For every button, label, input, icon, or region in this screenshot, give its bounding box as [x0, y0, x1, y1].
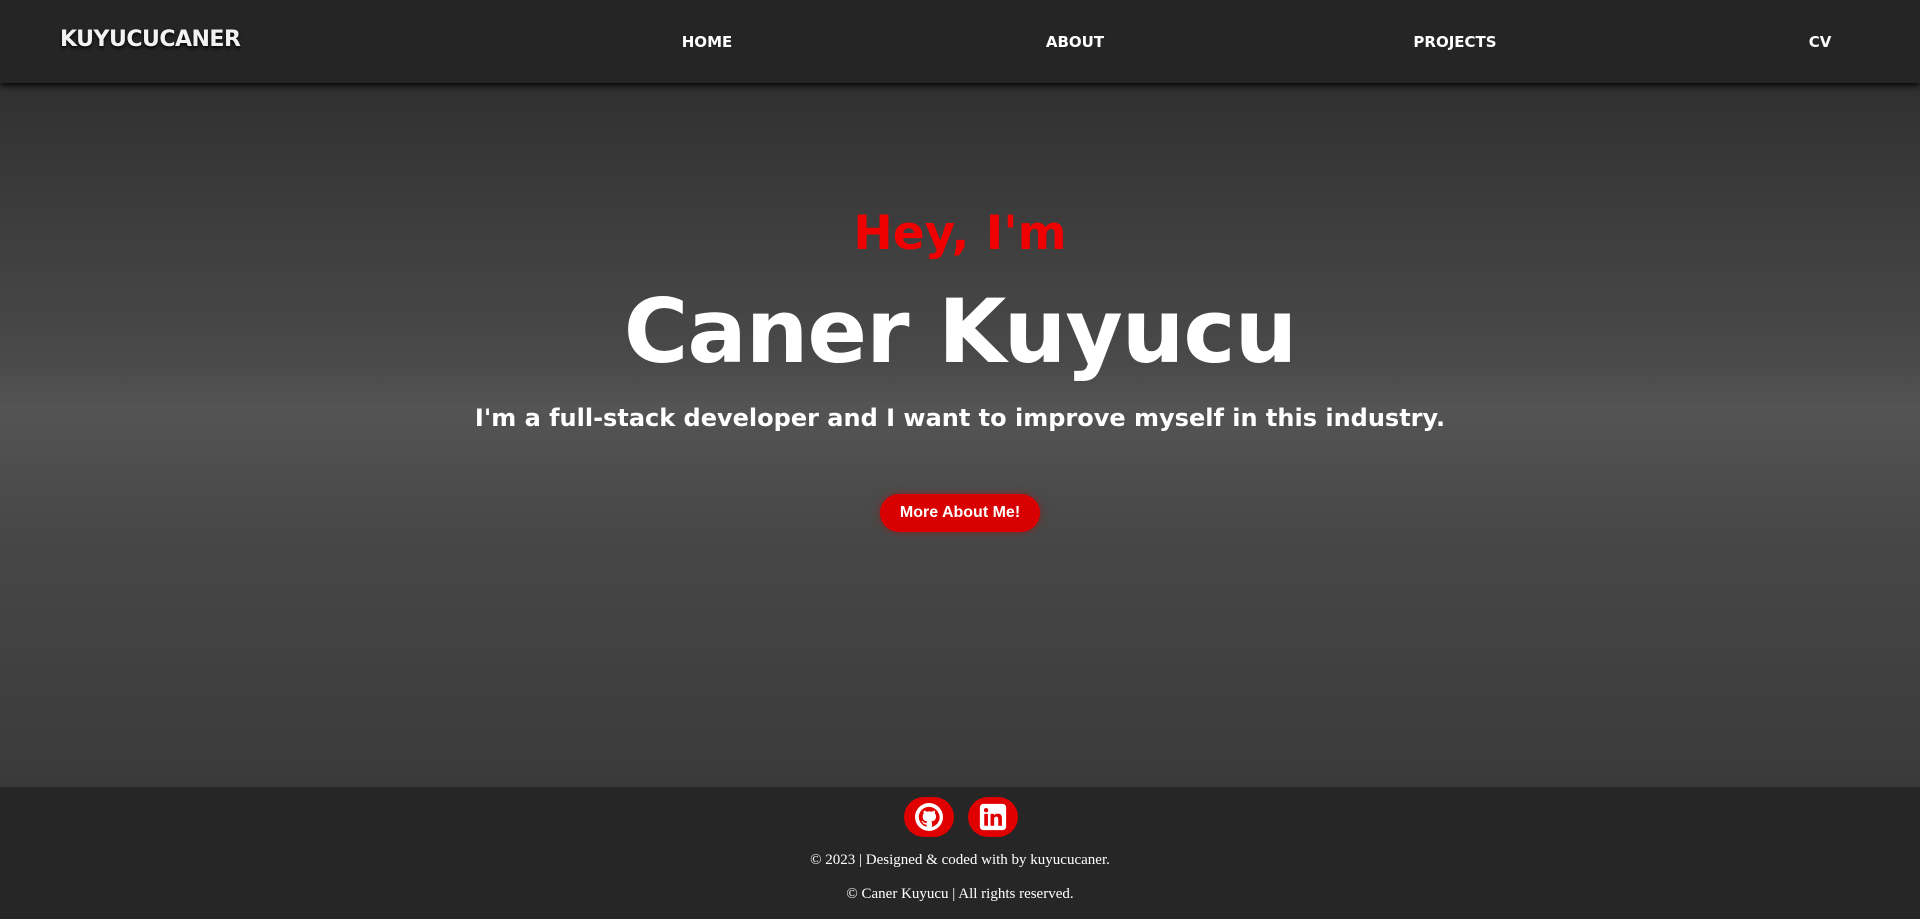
nav-link-projects[interactable]: PROJECTS [1413, 31, 1496, 53]
nav-link-cv[interactable]: CV [1809, 31, 1832, 53]
github-link[interactable] [904, 797, 954, 837]
hero-section: Hey, I'm Caner Kuyucu I'm a full-stack d… [0, 83, 1920, 787]
hero-name: Caner Kuyucu [623, 280, 1297, 383]
linkedin-icon [979, 803, 1007, 831]
footer-credit: © 2023 | Designed & coded with by kuyucu… [810, 852, 1110, 868]
nav-link-about[interactable]: ABOUT [1046, 31, 1104, 53]
navbar: KUYUCUCANER HOME ABOUT PROJECTS CV [0, 0, 1920, 83]
linkedin-link[interactable] [968, 797, 1018, 837]
hero-tagline: I'm a full-stack developer and I want to… [474, 404, 1446, 432]
site-logo[interactable]: KUYUCUCANER [60, 25, 241, 55]
footer: © 2023 | Designed & coded with by kuyucu… [0, 787, 1920, 919]
hero-greeting: Hey, I'm [853, 206, 1067, 261]
more-about-me-button[interactable]: More About Me! [880, 494, 1040, 532]
footer-copyright: © Caner Kuyucu | All rights reserved. [846, 886, 1074, 902]
nav-link-home[interactable]: HOME [682, 31, 732, 53]
github-icon [915, 803, 943, 831]
